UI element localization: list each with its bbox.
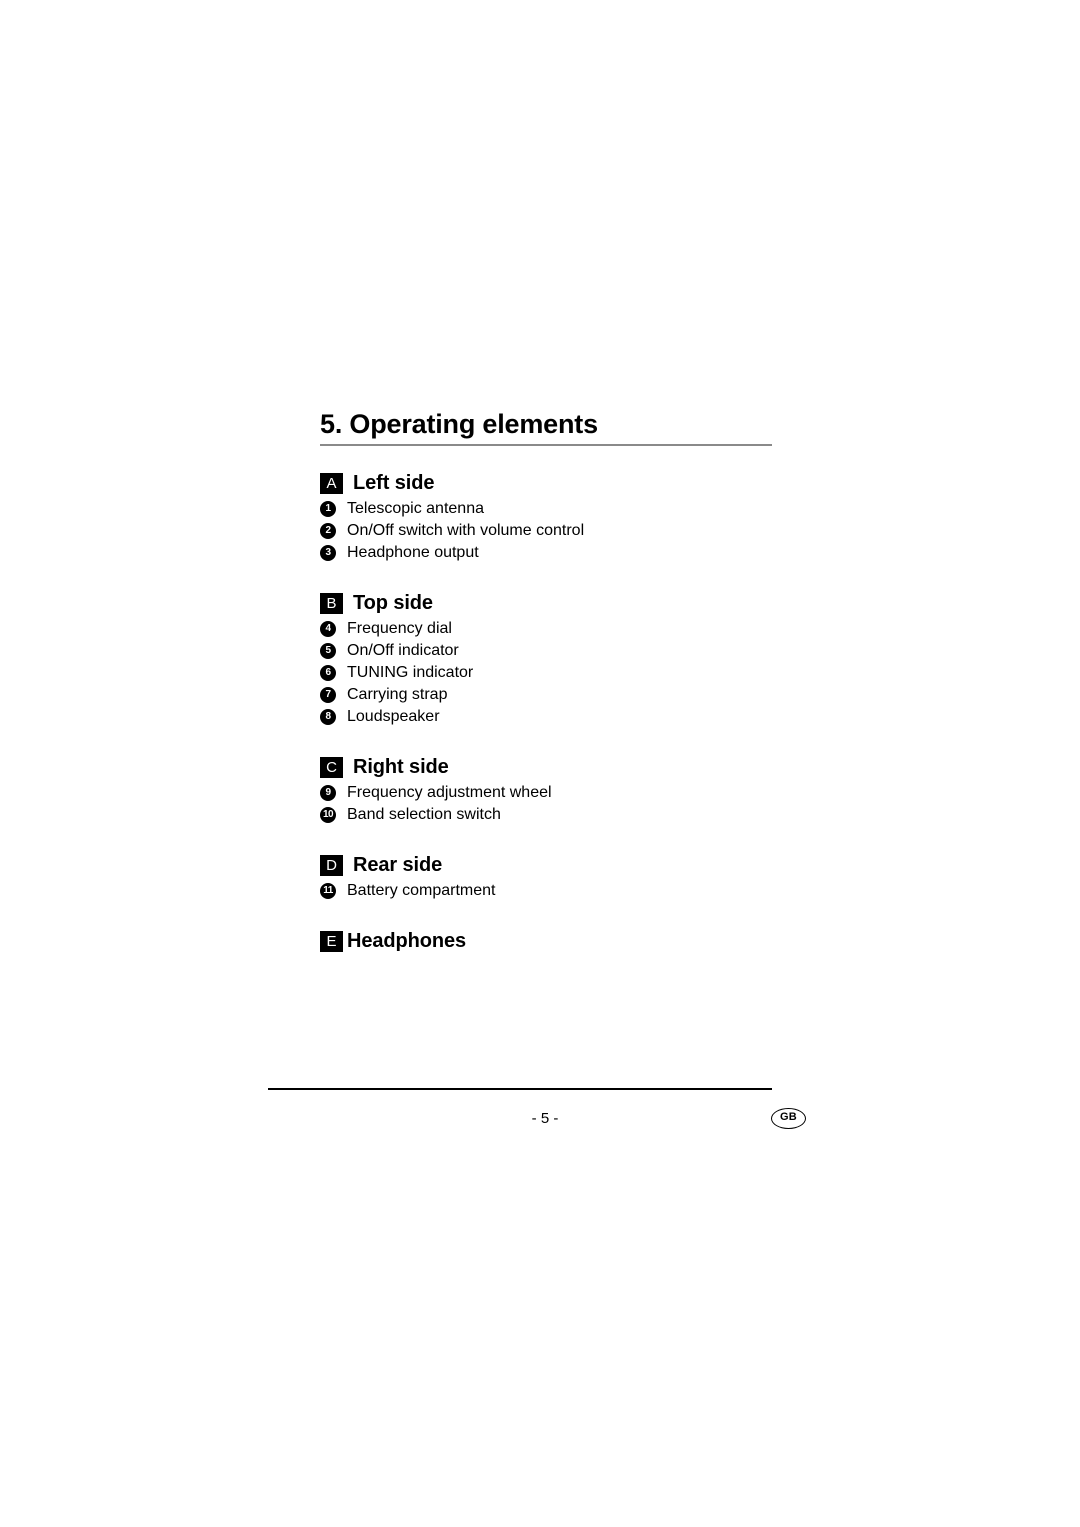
section-item-list: 9 Frequency adjustment wheel 10 Band select…	[320, 782, 772, 826]
item-number-badge: 11	[320, 883, 336, 899]
section-heading: D Rear side	[320, 854, 772, 877]
item-label: Battery compartment	[347, 882, 496, 899]
document-page: 5. Operating elements A Left side 1 Telesco…	[0, 0, 1080, 1527]
section-b: B Top side 4 Frequency dial 5 On/Off indicato…	[320, 592, 772, 728]
section-e: E Headphones	[320, 930, 772, 953]
item-label: Telescopic antenna	[347, 500, 484, 517]
section-a: A Left side 1 Telescopic antenna 2 On/Off swi…	[320, 472, 772, 564]
page-title: 5. Operating elements	[320, 409, 598, 439]
section-item-list: 4 Frequency dial 5 On/Off indicator 6 TUNING …	[320, 618, 772, 728]
item-label: TUNING indicator	[347, 664, 474, 681]
footer-divider	[268, 1088, 772, 1090]
section-heading-label: Left side	[353, 472, 435, 494]
list-item: 5 On/Off indicator	[320, 640, 772, 662]
page-footer: - 5 - GB	[0, 1080, 1080, 1150]
item-number-badge: 8	[320, 709, 336, 725]
item-label: On/Off indicator	[347, 642, 459, 659]
list-item: 3 Headphone output	[320, 542, 772, 564]
item-number-badge: 10	[320, 807, 336, 823]
item-label: Carrying strap	[347, 686, 448, 703]
section-heading: C Right side	[320, 756, 772, 779]
section-heading-label: Rear side	[353, 854, 443, 876]
list-item: 9 Frequency adjustment wheel	[320, 782, 772, 804]
section-heading-label: Top side	[353, 592, 433, 614]
item-number-badge: 9	[320, 785, 336, 801]
item-label: Loudspeaker	[347, 708, 440, 725]
item-number-badge: 4	[320, 621, 336, 637]
item-label: Frequency adjustment wheel	[347, 784, 552, 801]
item-number-badge: 2	[320, 523, 336, 539]
section-heading: B Top side	[320, 592, 772, 615]
item-number-badge: 6	[320, 665, 336, 681]
item-number-badge: 5	[320, 643, 336, 659]
content-block: 5. Operating elements A Left side 1 Telesco…	[320, 408, 772, 956]
list-item: 1 Telescopic antenna	[320, 498, 772, 520]
section-letter-badge: A	[320, 473, 343, 494]
section-heading: E Headphones	[320, 930, 772, 953]
list-item: 7 Carrying strap	[320, 684, 772, 706]
section-heading-label: Headphones	[347, 930, 467, 952]
item-label: Headphone output	[347, 544, 479, 561]
section-letter-badge: E	[320, 931, 343, 952]
list-item: 2 On/Off switch with volume control	[320, 520, 772, 542]
language-badge: GB	[771, 1108, 806, 1129]
section-heading: A Left side	[320, 472, 772, 495]
list-item: 8 Loudspeaker	[320, 706, 772, 728]
section-c: C Right side 9 Frequency adjustment wheel 10…	[320, 756, 772, 826]
title-divider	[320, 444, 772, 446]
list-item: 11 Battery compartment	[320, 880, 772, 902]
list-item: 4 Frequency dial	[320, 618, 772, 640]
item-label: On/Off switch with volume control	[347, 522, 585, 539]
sections-container: A Left side 1 Telescopic antenna 2 On/Off swi…	[320, 472, 772, 953]
section-letter-badge: B	[320, 593, 343, 614]
item-number-badge: 3	[320, 545, 336, 561]
item-label: Frequency dial	[347, 620, 452, 637]
section-heading-label: Right side	[353, 756, 449, 778]
section-letter-badge: C	[320, 757, 343, 778]
section-letter-badge: D	[320, 855, 343, 876]
list-item: 10 Band selection switch	[320, 804, 772, 826]
section-item-list: 1 Telescopic antenna 2 On/Off switch with v…	[320, 498, 772, 564]
item-number-badge: 1	[320, 501, 336, 517]
section-d: D Rear side 11 Battery compartment	[320, 854, 772, 902]
list-item: 6 TUNING indicator	[320, 662, 772, 684]
page-number: - 5 -	[531, 1110, 559, 1127]
item-label: Band selection switch	[347, 806, 501, 823]
item-number-badge: 7	[320, 687, 336, 703]
section-item-list: 11 Battery compartment	[320, 880, 772, 902]
